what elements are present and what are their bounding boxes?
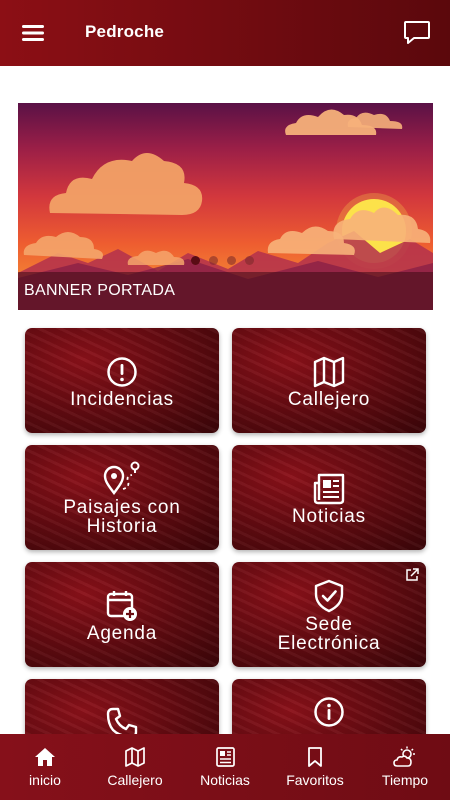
banner-caption-bar: BANNER PORTADA — [18, 272, 433, 310]
carousel-dot[interactable] — [209, 256, 218, 265]
nav-item-tiempo[interactable]: Tiempo — [360, 734, 450, 800]
tile-sede-electronica[interactable]: Sede Electrónica — [232, 562, 426, 667]
nav-label: Favoritos — [286, 772, 344, 788]
tile-label: Incidencias — [70, 389, 174, 410]
tile-label-line1: Sede — [305, 614, 353, 635]
nav-item-callejero[interactable]: Callejero — [90, 734, 180, 800]
weather-icon — [393, 746, 417, 773]
tile-callejero[interactable]: Callejero — [232, 328, 426, 433]
nav-item-inicio[interactable]: inicio — [0, 734, 90, 800]
banner-caption: BANNER PORTADA — [24, 282, 176, 299]
bottom-navigation: inicio Callejero Noticias Favoritos Tiem… — [0, 734, 450, 800]
bookmark-icon — [304, 746, 326, 773]
tile-paisajes-con-historia[interactable]: Paisajes con Historia — [25, 445, 219, 550]
route-pin-icon — [102, 459, 142, 502]
tile-label-line1: Paisajes con — [63, 497, 181, 518]
carousel-indicator — [191, 256, 254, 265]
hamburger-menu-icon[interactable] — [18, 20, 48, 46]
app-title: Pedroche — [85, 22, 165, 41]
tile-label: Callejero — [287, 389, 371, 410]
nav-label: Tiempo — [381, 772, 429, 788]
nav-label: Noticias — [200, 772, 250, 788]
tile-noticias[interactable]: Noticias — [232, 445, 426, 550]
nav-label: Callejero — [107, 772, 163, 788]
external-link-icon — [404, 567, 420, 588]
tile-label-line2: Electrónica — [277, 633, 381, 654]
nav-label: inicio — [29, 772, 61, 788]
chat-bubble-icon[interactable] — [402, 18, 432, 48]
carousel-dot[interactable] — [245, 256, 254, 265]
carousel-dot-active[interactable] — [191, 256, 200, 265]
tile-label-line2: Historia — [86, 516, 158, 537]
banner-carousel[interactable]: BANNER PORTADA — [18, 103, 433, 310]
carousel-dot[interactable] — [227, 256, 236, 265]
nav-item-favoritos[interactable]: Favoritos — [270, 734, 360, 800]
tile-incidencias[interactable]: Incidencias — [25, 328, 219, 433]
app-screen: Pedroche BANNER PORTADA Incidencias Call… — [0, 0, 450, 800]
top-app-bar: Pedroche — [0, 0, 450, 66]
newspaper-icon — [214, 746, 236, 773]
alert-circle-icon — [106, 356, 138, 393]
tile-label: Noticias — [292, 506, 366, 527]
home-icon — [34, 746, 56, 773]
shield-check-icon — [312, 579, 346, 618]
nav-item-noticias[interactable]: Noticias — [180, 734, 270, 800]
tile-label: Agenda — [86, 623, 158, 644]
map-icon — [124, 746, 146, 773]
tile-agenda[interactable]: Agenda — [25, 562, 219, 667]
info-circle-icon — [313, 696, 345, 733]
